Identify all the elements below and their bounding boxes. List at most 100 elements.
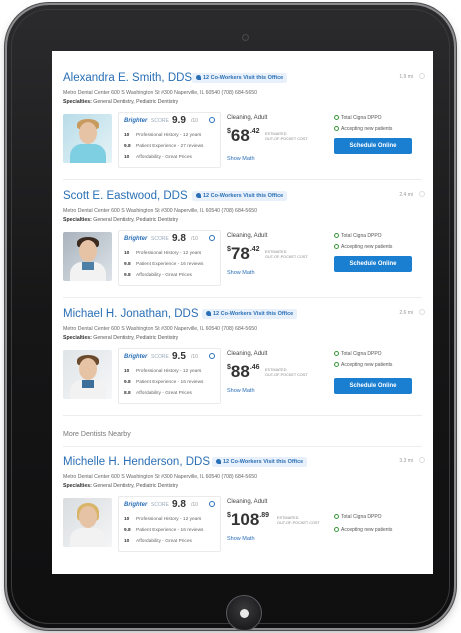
feature-label: Accepting new patients bbox=[341, 126, 393, 132]
price: $68.42 bbox=[227, 126, 260, 145]
coworker-badge[interactable]: 12 Co-Workers Visit this Office bbox=[202, 309, 298, 319]
divider bbox=[63, 297, 422, 298]
screen: Alexandra E. Smith, DDS 12 Co-Workers Vi… bbox=[52, 51, 433, 574]
score-max: /10 bbox=[191, 354, 198, 360]
price-cents: .46 bbox=[249, 364, 260, 371]
show-math-link[interactable]: Show Math bbox=[227, 156, 255, 162]
brand-logo: Brighter bbox=[124, 502, 148, 508]
feature-item: Total Cigna DPPO bbox=[334, 351, 382, 357]
dentist-photo[interactable] bbox=[63, 232, 112, 281]
out-of-pocket-label: OUT-OF-POCKET COST bbox=[265, 136, 308, 141]
coworker-badge-label: 12 Co-Workers Visit this Office bbox=[223, 459, 304, 465]
metric-label: Professional History - 12 years bbox=[136, 251, 202, 256]
person-icon bbox=[196, 193, 201, 198]
divider bbox=[63, 446, 422, 447]
specialties-label: Specialties: bbox=[63, 335, 92, 341]
person-icon bbox=[216, 459, 221, 464]
schedule-online-button[interactable]: Schedule Online bbox=[334, 378, 412, 394]
metric-value: 10 bbox=[124, 517, 130, 522]
brand-logo: Brighter bbox=[124, 354, 148, 360]
feature-label: Accepting new patients bbox=[341, 362, 393, 368]
schedule-online-button[interactable]: Schedule Online bbox=[334, 256, 412, 272]
schedule-online-button[interactable]: Schedule Online bbox=[334, 138, 412, 154]
info-icon[interactable] bbox=[209, 501, 215, 507]
brand-score-label: SCORE bbox=[151, 502, 169, 508]
info-icon[interactable] bbox=[209, 235, 215, 241]
procedure-label: Cleaning, Adult bbox=[227, 351, 268, 357]
specialties-label: Specialties: bbox=[63, 483, 92, 489]
dentist-card: Michael H. Jonathan, DDS 12 Co-Workers V… bbox=[52, 301, 433, 419]
metric-label: Patient Experience - 16 reviews bbox=[136, 262, 204, 267]
price: $78.42 bbox=[227, 244, 260, 263]
address: Metro Dental Center 600 S Washington St … bbox=[63, 474, 257, 480]
info-icon[interactable] bbox=[209, 353, 215, 359]
specialties-value: General Dentistry, Pediatric Dentistry bbox=[93, 335, 179, 341]
favorite-icon[interactable] bbox=[419, 73, 425, 79]
metric-value: 9.8 bbox=[124, 273, 131, 278]
feature-item: Total Cigna DPPO bbox=[334, 514, 382, 520]
photo-body bbox=[70, 528, 106, 547]
dentist-photo[interactable] bbox=[63, 498, 112, 547]
divider bbox=[63, 179, 422, 180]
price-cents: .42 bbox=[249, 128, 260, 135]
check-icon bbox=[334, 514, 339, 519]
metric-label: Patient Experience - 27 reviews bbox=[136, 144, 204, 149]
favorite-icon[interactable] bbox=[419, 457, 425, 463]
metric-value: 10 bbox=[124, 155, 130, 160]
price-note: ESTIMATED OUT-OF-POCKET COST bbox=[265, 368, 308, 377]
person-icon bbox=[196, 75, 201, 80]
procedure-label: Cleaning, Adult bbox=[227, 233, 268, 239]
address: Metro Dental Center 600 S Washington St … bbox=[63, 208, 257, 214]
specialties: Specialties: General Dentistry, Pediatri… bbox=[63, 483, 178, 489]
metric-value: 8.8 bbox=[124, 391, 131, 396]
feature-label: Total Cigna DPPO bbox=[341, 351, 382, 357]
dentist-name-link[interactable]: Alexandra E. Smith, DDS bbox=[63, 72, 192, 84]
specialties-label: Specialties: bbox=[63, 217, 92, 223]
photo-face bbox=[79, 240, 97, 262]
favorite-icon[interactable] bbox=[419, 309, 425, 315]
coworker-badge[interactable]: 12 Co-Workers Visit this Office bbox=[212, 457, 308, 467]
feature-label: Total Cigna DPPO bbox=[341, 115, 382, 121]
brighter-score-box: Brighter SCORE 9.9 /10 10 Professional Hi… bbox=[118, 112, 221, 168]
show-math-link[interactable]: Show Math bbox=[227, 388, 255, 394]
photo-face bbox=[79, 506, 97, 528]
dentist-card: Alexandra E. Smith, DDS 12 Co-Workers Vi… bbox=[52, 65, 433, 183]
info-icon[interactable] bbox=[209, 117, 215, 123]
feature-label: Total Cigna DPPO bbox=[341, 514, 382, 520]
coworker-badge[interactable]: 12 Co-Workers Visit this Office bbox=[192, 191, 288, 201]
feature-item: Accepting new patients bbox=[334, 527, 392, 533]
home-button[interactable] bbox=[226, 595, 262, 631]
feature-item: Accepting new patients bbox=[334, 362, 392, 368]
procedure-label: Cleaning, Adult bbox=[227, 115, 268, 121]
show-math-link[interactable]: Show Math bbox=[227, 536, 255, 542]
person-icon bbox=[206, 311, 211, 316]
procedure-label: Cleaning, Adult bbox=[227, 499, 268, 505]
specialties-value: General Dentistry, Pediatric Dentistry bbox=[93, 217, 179, 223]
distance: 2.6 mi bbox=[399, 310, 413, 316]
price-cents: .42 bbox=[249, 246, 260, 253]
metric-label: Professional History - 12 years bbox=[136, 133, 202, 138]
dentist-photo[interactable] bbox=[63, 114, 112, 163]
dentist-name-link[interactable]: Michelle H. Henderson, DDS bbox=[63, 456, 210, 468]
specialties: Specialties: General Dentistry, Pediatri… bbox=[63, 335, 178, 341]
feature-item: Total Cigna DPPO bbox=[334, 233, 382, 239]
dentist-card: Scott E. Eastwood, DDS 12 Co-Workers Vis… bbox=[52, 183, 433, 301]
favorite-icon[interactable] bbox=[419, 191, 425, 197]
check-icon bbox=[334, 362, 339, 367]
section-title-more-dentists: More Dentists Nearby bbox=[63, 431, 131, 438]
dentist-name-link[interactable]: Scott E. Eastwood, DDS bbox=[63, 190, 188, 202]
distance: 3.3 mi bbox=[399, 458, 413, 464]
coworker-badge[interactable]: 12 Co-Workers Visit this Office bbox=[192, 73, 288, 83]
brand-score-label: SCORE bbox=[151, 118, 169, 124]
check-icon bbox=[334, 351, 339, 356]
price-cents: .89 bbox=[259, 512, 270, 519]
dentist-photo[interactable] bbox=[63, 350, 112, 399]
coworker-badge-label: 12 Co-Workers Visit this Office bbox=[203, 193, 284, 199]
score-max: /10 bbox=[191, 118, 198, 124]
dentist-name-link[interactable]: Michael H. Jonathan, DDS bbox=[63, 308, 199, 320]
show-math-link[interactable]: Show Math bbox=[227, 270, 255, 276]
brand-score-label: SCORE bbox=[151, 354, 169, 360]
price-whole: 108 bbox=[230, 510, 260, 529]
divider bbox=[63, 415, 422, 416]
metric-row: 10 Professional History - 12 years bbox=[124, 517, 201, 522]
